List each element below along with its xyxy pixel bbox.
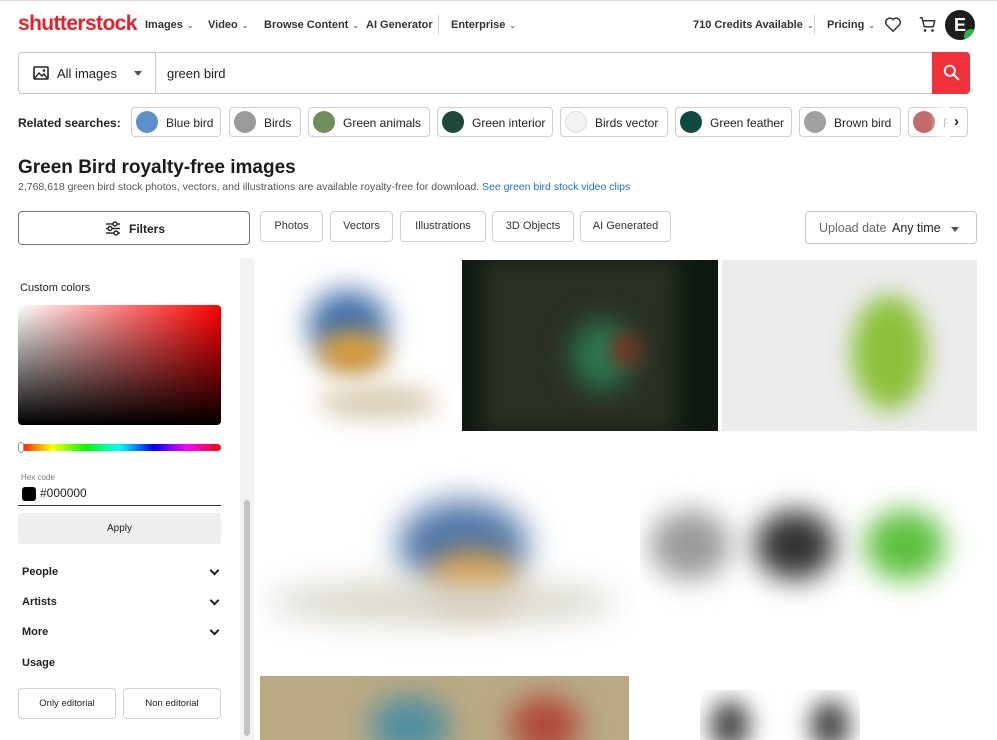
apply-color-button[interactable]: Apply (18, 513, 221, 544)
search-icon (943, 64, 960, 81)
video-clips-link[interactable]: See green bird stock video clips (482, 181, 630, 193)
chip-thumbnail (234, 111, 256, 133)
heart-icon[interactable] (884, 16, 902, 33)
chevron-down-icon[interactable] (209, 595, 220, 606)
accordion-people[interactable]: People (22, 566, 58, 578)
image-blur (268, 580, 618, 625)
avatar-badge (964, 29, 975, 40)
caret-down-icon (134, 71, 142, 76)
chip-thumbnail (136, 111, 158, 133)
chip-thumbnail (804, 111, 826, 133)
image-blur (710, 700, 750, 740)
page-title: Green Bird royalty-free images (18, 157, 296, 178)
image-icon (33, 66, 49, 80)
color-picker-area[interactable] (18, 305, 221, 425)
image-result[interactable] (258, 450, 638, 668)
image-result[interactable] (260, 676, 629, 740)
non-editorial-button[interactable]: Non editorial (123, 688, 221, 719)
chip-thumbnail (565, 111, 587, 133)
image-result[interactable] (700, 690, 860, 740)
usage-heading: Usage (22, 657, 56, 669)
nav-images[interactable]: Images ⌄ (145, 19, 194, 31)
search-bar: All images (18, 52, 970, 94)
accordion-more[interactable]: More (22, 626, 48, 638)
chevron-down-icon[interactable] (209, 625, 220, 636)
caret-down-icon (951, 227, 959, 232)
shutterstock-logo[interactable]: shutterstock (18, 12, 137, 36)
image-blur (650, 510, 730, 580)
nav-divider (438, 15, 439, 35)
chevron-down-icon: ⌄ (352, 21, 360, 30)
hue-slider[interactable] (18, 444, 221, 451)
chip-fade (930, 104, 950, 140)
image-result[interactable] (462, 260, 718, 431)
color-swatch (22, 487, 36, 501)
image-blur (612, 335, 640, 365)
chip-thumbnail (442, 111, 464, 133)
related-chip-brown-bird[interactable]: Brown bird (799, 107, 901, 137)
chevron-down-icon: ⌄ (186, 21, 194, 30)
chevron-down-icon: ⌄ (806, 21, 814, 30)
image-blur (852, 295, 927, 410)
filter-chip-ai-generated[interactable]: AI Generated (580, 211, 671, 242)
search-type-select[interactable]: All images (19, 53, 156, 93)
chevron-down-icon: ⌄ (868, 21, 875, 30)
chevron-right-icon[interactable]: › (954, 113, 959, 130)
avatar[interactable]: E (945, 10, 975, 40)
sliders-icon (106, 221, 120, 236)
nav-ai-generator[interactable]: AI Generator (366, 19, 433, 31)
search-button[interactable] (932, 52, 970, 94)
related-chip-birds[interactable]: Birds (229, 107, 301, 137)
image-result[interactable] (640, 470, 977, 620)
top-nav: shutterstock Images ⌄ Video ⌄ Browse Conte… (0, 0, 997, 48)
chip-thumbnail (680, 111, 702, 133)
image-result[interactable] (722, 260, 977, 431)
accordion-artists[interactable]: Artists (22, 596, 57, 608)
sidebar-scrollbar-thumb[interactable] (244, 500, 250, 736)
filter-chip-photos[interactable]: Photos (260, 211, 323, 242)
image-blur (810, 700, 850, 740)
only-editorial-button[interactable]: Only editorial (18, 688, 116, 719)
image-blur (318, 385, 438, 420)
custom-colors-label: Custom colors (20, 282, 91, 294)
image-blur (755, 510, 835, 580)
related-chip-birds-vector[interactable]: Birds vector (560, 107, 668, 137)
hex-code-label: Hex code (21, 473, 55, 482)
upload-date-select[interactable]: Upload date Any time (805, 211, 977, 244)
hue-slider-handle[interactable] (18, 442, 24, 453)
filter-chip-3d-objects[interactable]: 3D Objects (492, 211, 574, 242)
image-blur (510, 696, 580, 740)
page-subtitle: 2,768,618 green bird stock photos, vecto… (18, 181, 631, 193)
search-type-label: All images (57, 66, 117, 81)
filters-button[interactable]: Filters (18, 211, 250, 245)
filter-chip-vectors[interactable]: Vectors (330, 211, 393, 242)
related-chip-green-feather[interactable]: Green feather (675, 107, 792, 137)
filter-sidebar: Custom colors Hex code #000000 Apply Peo… (0, 258, 240, 740)
credits-menu[interactable]: 710 Credits Available ⌄ (693, 19, 814, 31)
nav-video[interactable]: Video ⌄ (208, 19, 248, 31)
chevron-down-icon: ⌄ (241, 21, 249, 30)
nav-divider (814, 15, 815, 35)
pricing-menu[interactable]: Pricing ⌄ (827, 19, 875, 31)
related-searches-label: Related searches: (18, 116, 121, 130)
image-blur (370, 696, 450, 740)
chevron-down-icon: ⌄ (509, 21, 517, 30)
filter-chip-illustrations[interactable]: Illustrations (400, 211, 486, 242)
chevron-down-icon[interactable] (209, 565, 220, 576)
search-input[interactable] (167, 53, 927, 93)
cart-icon[interactable] (919, 16, 937, 33)
related-chip-blue-bird[interactable]: Blue bird (131, 107, 221, 137)
image-blur (318, 330, 388, 375)
chip-thumbnail (313, 111, 335, 133)
related-chip-green-interior[interactable]: Green interior (437, 107, 553, 137)
image-blur (865, 510, 945, 580)
hex-code-field[interactable]: #000000 (18, 484, 221, 506)
related-chip-green-animals[interactable]: Green animals (308, 107, 430, 137)
nav-enterprise[interactable]: Enterprise ⌄ (451, 19, 516, 31)
nav-browse-content[interactable]: Browse Content ⌄ (264, 19, 359, 31)
image-result[interactable] (258, 260, 458, 445)
